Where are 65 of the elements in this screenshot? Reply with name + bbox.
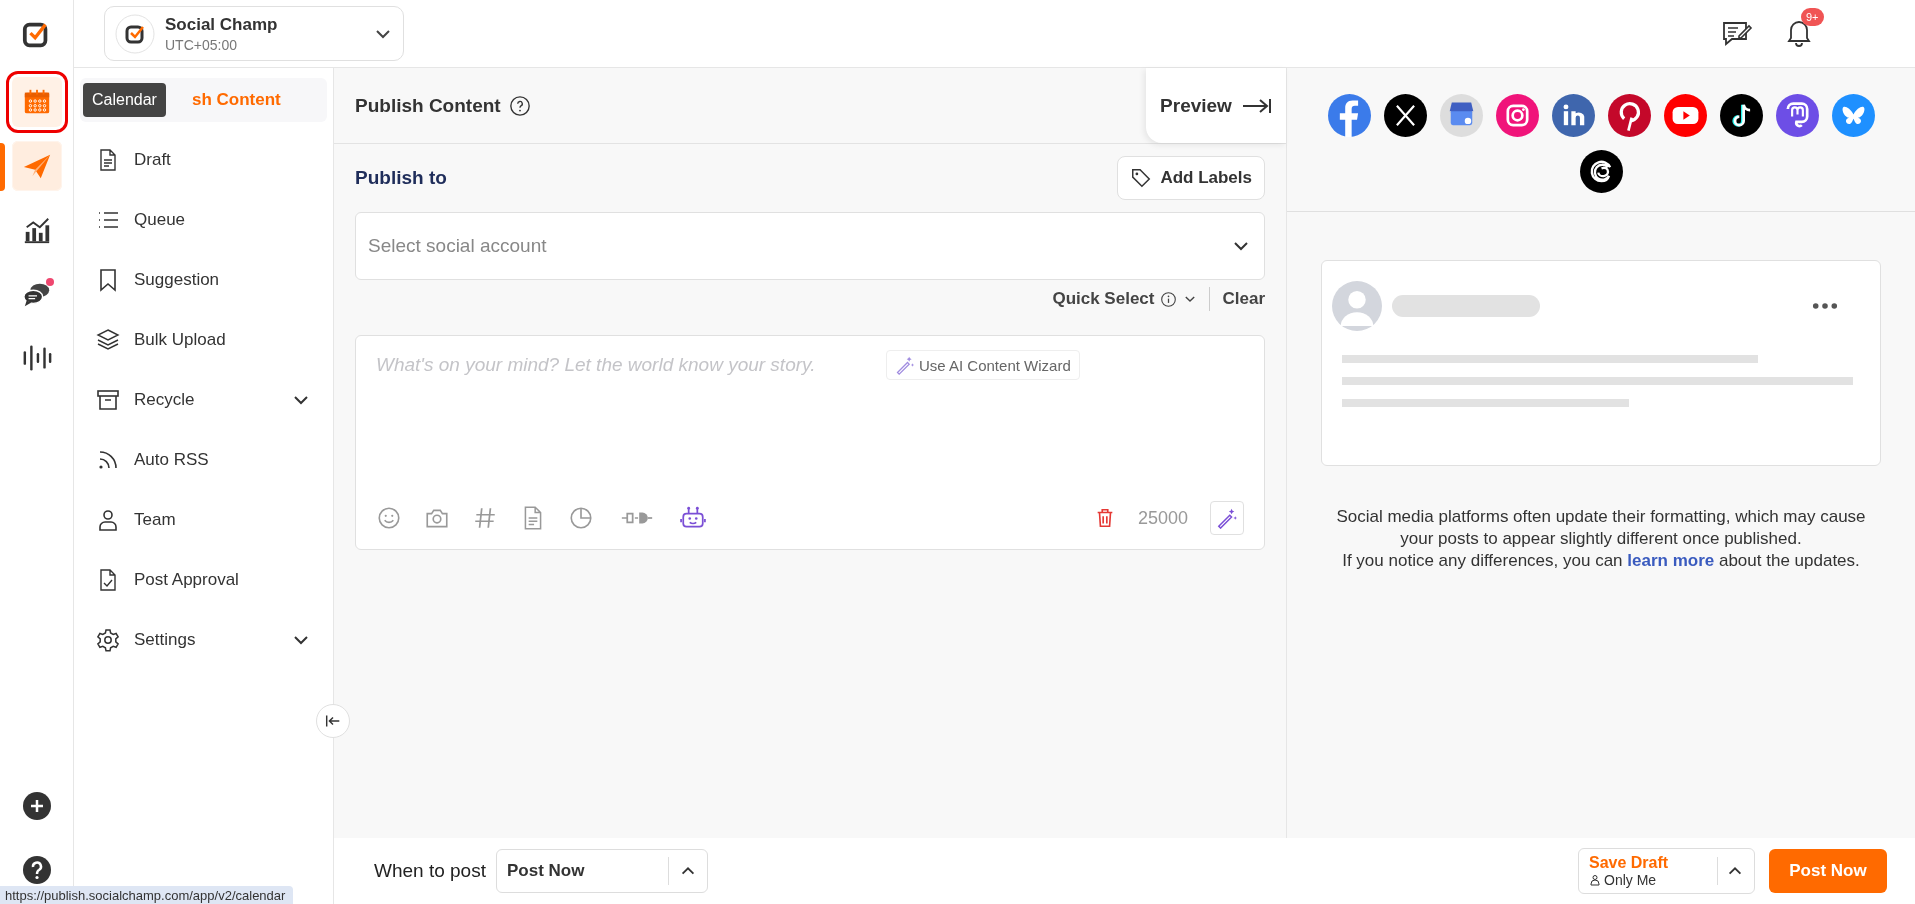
social-account-select[interactable]: Select social account xyxy=(355,212,1265,280)
help-icon[interactable] xyxy=(508,94,531,117)
person-icon xyxy=(1589,874,1601,886)
account-timezone: UTC+05:00 xyxy=(165,36,237,53)
sidebar-item[interactable]: Post Approval xyxy=(80,558,327,602)
when-to-post-label: When to post xyxy=(374,860,486,882)
notification-badge: 9+ xyxy=(1801,7,1824,26)
collapse-sidebar-button[interactable] xyxy=(316,704,350,738)
sidebar-item[interactable]: Bulk Upload xyxy=(80,318,327,362)
clear-button[interactable]: Clear xyxy=(1222,289,1265,309)
wave-icon xyxy=(21,343,52,373)
gmb-icon[interactable] xyxy=(1439,94,1483,137)
linkedin-icon[interactable] xyxy=(1551,94,1595,137)
send-nav-button[interactable] xyxy=(11,141,62,191)
emoji-icon[interactable] xyxy=(376,505,402,531)
hash-icon[interactable] xyxy=(472,505,498,531)
threads-icon[interactable] xyxy=(1579,150,1623,193)
sidebar-item[interactable]: Queue xyxy=(80,198,327,242)
page-title: Publish Content xyxy=(355,94,501,117)
bluesky-icon[interactable] xyxy=(1831,94,1875,137)
formatting-notice: Social media platforms often update their formatting, which may cause your posts to appear slightly different once published. If you notice any differences, you can learn more about the updates. xyxy=(1335,506,1867,572)
pie-icon[interactable] xyxy=(568,505,594,531)
account-selector[interactable]: Social Champ UTC+05:00 xyxy=(104,6,404,61)
instagram-icon[interactable] xyxy=(1495,94,1539,137)
sidebar-item[interactable]: Auto RSS xyxy=(80,438,327,482)
facebook-icon[interactable] xyxy=(1327,94,1371,137)
youtube-icon[interactable] xyxy=(1663,94,1707,137)
tooltip: Calendar xyxy=(83,83,166,117)
help-icon[interactable] xyxy=(22,856,51,884)
magic-wand-button[interactable] xyxy=(1210,501,1244,535)
sidebar-item[interactable]: Suggestion xyxy=(80,258,327,302)
gear-icon xyxy=(96,628,120,652)
mastodon-icon[interactable] xyxy=(1775,94,1819,137)
quick-select-button[interactable]: Quick Select xyxy=(1052,289,1155,309)
robot-icon[interactable] xyxy=(680,505,706,531)
add-icon[interactable] xyxy=(22,792,51,820)
sidebar-item[interactable]: Team xyxy=(80,498,327,542)
visibility-label: Only Me xyxy=(1604,872,1657,888)
schedule-dropdown[interactable]: Post Now xyxy=(495,849,708,893)
section-heading: Publish to xyxy=(355,167,447,189)
learn-more-link[interactable]: learn more xyxy=(1627,551,1715,570)
character-count: 25000 xyxy=(1137,507,1188,529)
ai-wizard-button[interactable]: Use AI Content Wizard xyxy=(886,350,1080,380)
preview-tab[interactable]: Preview xyxy=(1146,68,1286,143)
account-name: Social Champ xyxy=(165,14,278,35)
layers-icon xyxy=(96,328,120,352)
archive-icon xyxy=(96,388,120,412)
save-draft-button[interactable]: Save Draft Only Me xyxy=(1578,848,1755,894)
pinterest-icon[interactable] xyxy=(1607,94,1651,137)
more-options-icon xyxy=(1812,302,1838,310)
status-url: https://publish.socialchamp.com/app/v2/calendar xyxy=(0,886,294,904)
tiktok-icon[interactable] xyxy=(1719,94,1763,137)
save-draft-label: Save Draft xyxy=(1589,854,1670,872)
add-labels-button[interactable]: Add Labels xyxy=(1117,156,1265,200)
magic-wand-icon xyxy=(895,355,915,375)
x-icon[interactable] xyxy=(1383,94,1427,137)
person-icon xyxy=(96,508,120,532)
tag-icon xyxy=(1130,167,1153,189)
sidebar-item[interactable]: Draft xyxy=(80,138,327,182)
avatar-placeholder-icon xyxy=(1332,281,1382,331)
account-avatar-icon xyxy=(115,13,155,54)
sidebar-item[interactable]: Recycle xyxy=(80,378,327,422)
info-icon xyxy=(1160,290,1178,308)
sidebar-item[interactable]: Settings xyxy=(80,618,327,662)
magic-wand-icon xyxy=(1216,507,1238,529)
